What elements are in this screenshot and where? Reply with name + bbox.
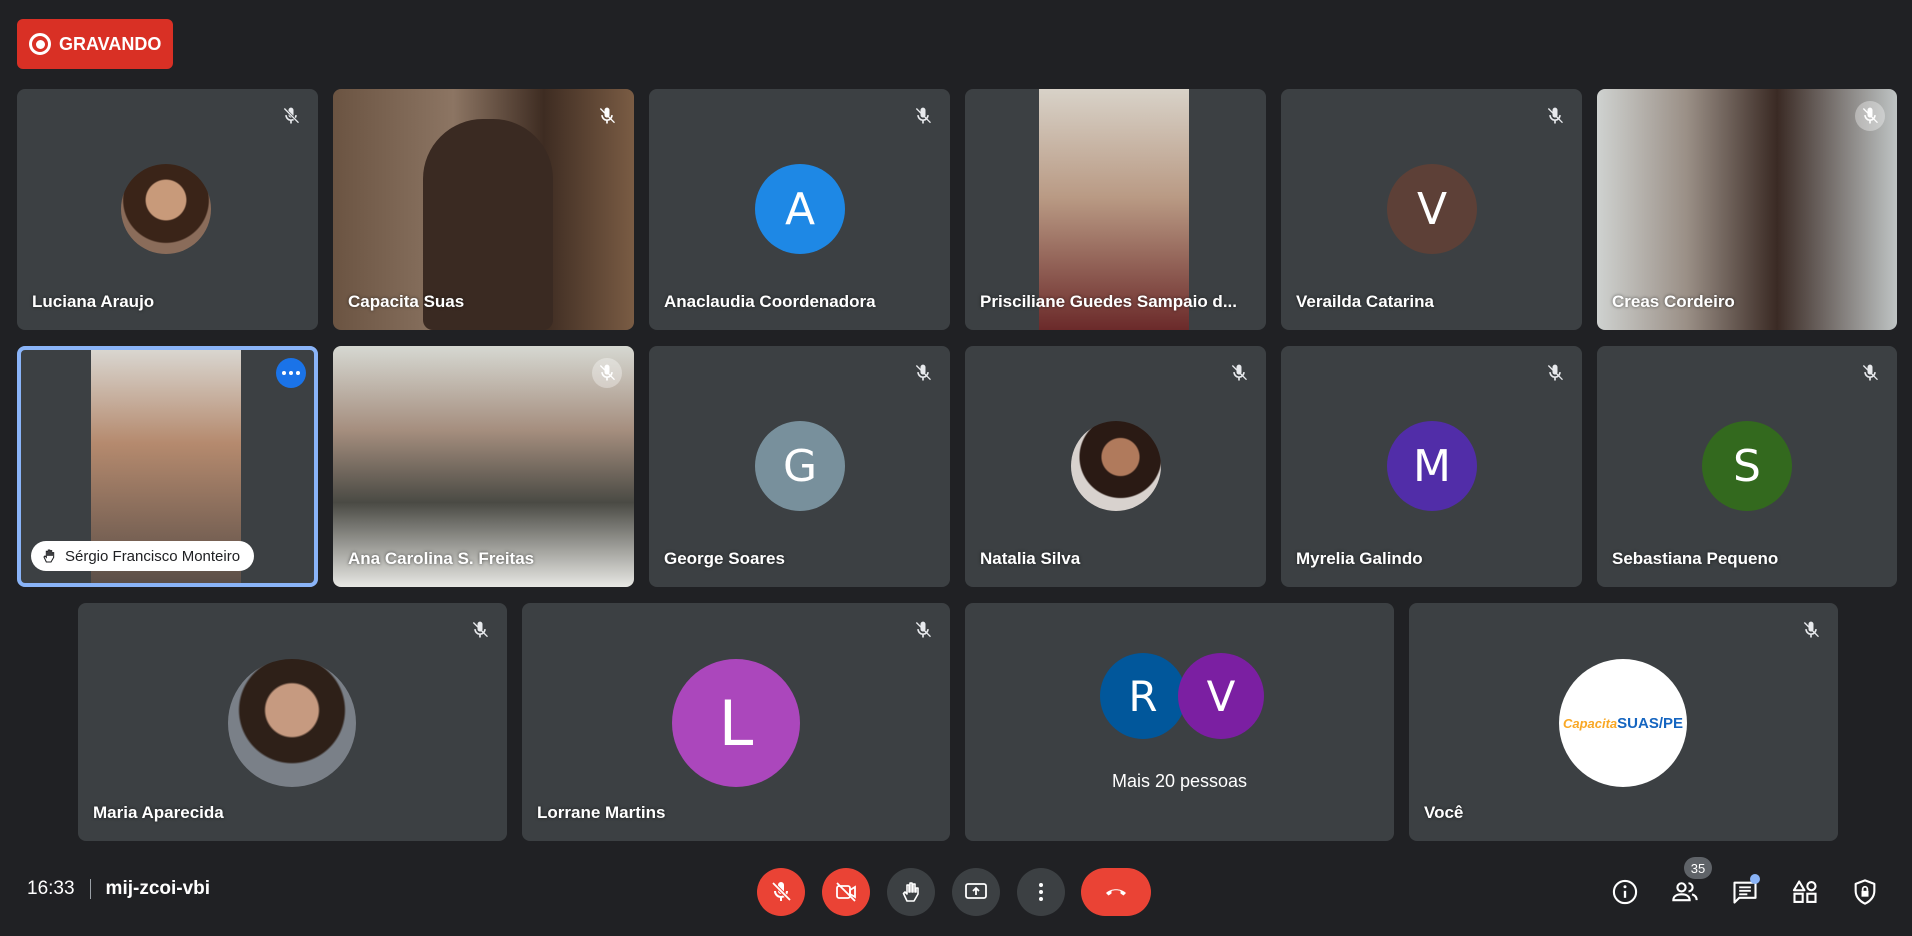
- record-icon: [29, 33, 51, 55]
- avatar: A: [755, 164, 845, 254]
- avatar: L: [672, 659, 800, 787]
- leave-call-button[interactable]: [1081, 868, 1151, 916]
- participants-count-badge: 35: [1684, 857, 1712, 879]
- present-icon: [965, 883, 987, 899]
- more-options-button[interactable]: [276, 358, 306, 388]
- participant-tile-george[interactable]: G George Soares: [649, 346, 950, 587]
- participant-name: George Soares: [664, 549, 785, 568]
- avatar: M: [1387, 421, 1477, 511]
- avatar: V: [1387, 164, 1477, 254]
- toggle-mic-button[interactable]: [757, 868, 805, 916]
- muted-mic-icon: [1224, 358, 1254, 388]
- muted-mic-icon: [465, 615, 495, 645]
- participant-name: Anaclaudia Coordenadora: [664, 292, 876, 311]
- activities-button[interactable]: [1789, 876, 1821, 908]
- participant-name: Maria Aparecida: [93, 803, 224, 822]
- participant-tile-verailda[interactable]: V Verailda Catarina: [1281, 89, 1582, 330]
- participant-tile-creas[interactable]: Creas Cordeiro: [1597, 89, 1897, 330]
- host-controls-button[interactable]: [1849, 876, 1881, 908]
- participant-name: Natalia Silva: [980, 549, 1081, 568]
- divider: [89, 879, 91, 899]
- muted-mic-icon: [1540, 358, 1570, 388]
- toggle-camera-button[interactable]: [822, 868, 870, 916]
- more-options-button[interactable]: [1017, 868, 1065, 916]
- participant-tile-prisciliane[interactable]: Prisciliane Guedes Sampaio d...: [965, 89, 1266, 330]
- camera-off-icon: [836, 882, 856, 902]
- muted-mic-icon: [908, 358, 938, 388]
- recording-badge: GRAVANDO: [17, 19, 173, 69]
- mic-off-icon: [771, 881, 792, 902]
- avatar-photo: [228, 659, 356, 787]
- avatar: V: [1178, 653, 1264, 739]
- avatar-photo: [1071, 421, 1161, 511]
- info-icon: [1612, 879, 1638, 905]
- recording-label: GRAVANDO: [59, 33, 162, 54]
- meeting-info: 16:33 mij-zcoi-vbi: [27, 878, 210, 900]
- activities-icon: [1792, 880, 1817, 903]
- more-vert-icon: [1039, 883, 1043, 901]
- people-icon: [1672, 882, 1698, 902]
- avatar: G: [755, 421, 845, 511]
- participant-name: Luciana Araujo: [32, 292, 155, 311]
- hang-up-icon: [1106, 889, 1126, 896]
- participant-tile-sebastiana[interactable]: S Sebastiana Pequeno: [1597, 346, 1897, 587]
- participant-tile-anaclaudia[interactable]: A Anaclaudia Coordenadora: [649, 89, 950, 330]
- participant-name: Creas Cordeiro: [1612, 292, 1735, 311]
- participant-name: Você: [1424, 803, 1464, 822]
- muted-mic-icon: [908, 101, 938, 131]
- participant-name: Sebastiana Pequeno: [1612, 549, 1779, 568]
- participant-tile-natalia[interactable]: Natalia Silva: [965, 346, 1266, 587]
- participant-tile-lorrane[interactable]: L Lorrane Martins: [522, 603, 950, 841]
- participant-tile-luciana[interactable]: Luciana Araujo: [17, 89, 318, 330]
- raised-hand-icon: [43, 549, 55, 563]
- participant-name: Ana Carolina S. Freitas: [348, 549, 535, 568]
- muted-mic-icon: [1540, 101, 1570, 131]
- participant-tile-myrelia[interactable]: M Myrelia Galindo: [1281, 346, 1582, 587]
- avatar: S: [1702, 421, 1792, 511]
- muted-mic-icon: [1855, 101, 1885, 131]
- clock: 16:33: [27, 878, 75, 899]
- logo-text-2: SUAS/PE: [1617, 714, 1684, 732]
- more-participants-tile[interactable]: R V Mais 20 pessoas: [965, 603, 1394, 841]
- hand-icon: [902, 882, 919, 902]
- participant-name: Verailda Catarina: [1296, 292, 1434, 311]
- participant-tile-maria[interactable]: Maria Aparecida: [78, 603, 507, 841]
- speaker-name-pill: Sérgio Francisco Monteiro: [31, 541, 255, 571]
- participant-tile-capacita-suas[interactable]: Capacita Suas: [333, 89, 634, 330]
- muted-mic-icon: [908, 615, 938, 645]
- muted-mic-icon: [1796, 615, 1826, 645]
- avatar: R: [1100, 653, 1186, 739]
- avatar-photo: [121, 164, 211, 254]
- logo-text-1: Capacita: [1562, 715, 1618, 731]
- shield-lock-icon: [1854, 879, 1876, 905]
- muted-mic-icon: [276, 101, 306, 131]
- capacita-suas-logo: Capacita SUAS/PE: [1559, 659, 1687, 787]
- muted-mic-icon: [592, 101, 622, 131]
- participant-name: Prisciliane Guedes Sampaio d...: [980, 292, 1237, 311]
- participants-button[interactable]: [1669, 876, 1701, 908]
- meeting-details-button[interactable]: [1609, 876, 1641, 908]
- raise-hand-button[interactable]: [887, 868, 935, 916]
- participant-name: Sérgio Francisco Monteiro: [65, 547, 241, 565]
- participant-tile-sergio[interactable]: Sérgio Francisco Monteiro: [17, 346, 318, 587]
- muted-mic-icon: [1855, 358, 1885, 388]
- meeting-code: mij-zcoi-vbi: [105, 878, 211, 899]
- more-people-label: Mais 20 pessoas: [1111, 771, 1248, 791]
- unread-dot: [1750, 874, 1760, 884]
- present-screen-button[interactable]: [952, 868, 1000, 916]
- muted-mic-icon: [592, 358, 622, 388]
- participant-name: Capacita Suas: [348, 292, 465, 311]
- participant-name: Myrelia Galindo: [1296, 549, 1423, 568]
- participant-name: Lorrane Martins: [537, 803, 666, 822]
- participant-tile-self[interactable]: Capacita SUAS/PE Você: [1409, 603, 1838, 841]
- participant-tile-ana-carolina[interactable]: Ana Carolina S. Freitas: [333, 346, 634, 587]
